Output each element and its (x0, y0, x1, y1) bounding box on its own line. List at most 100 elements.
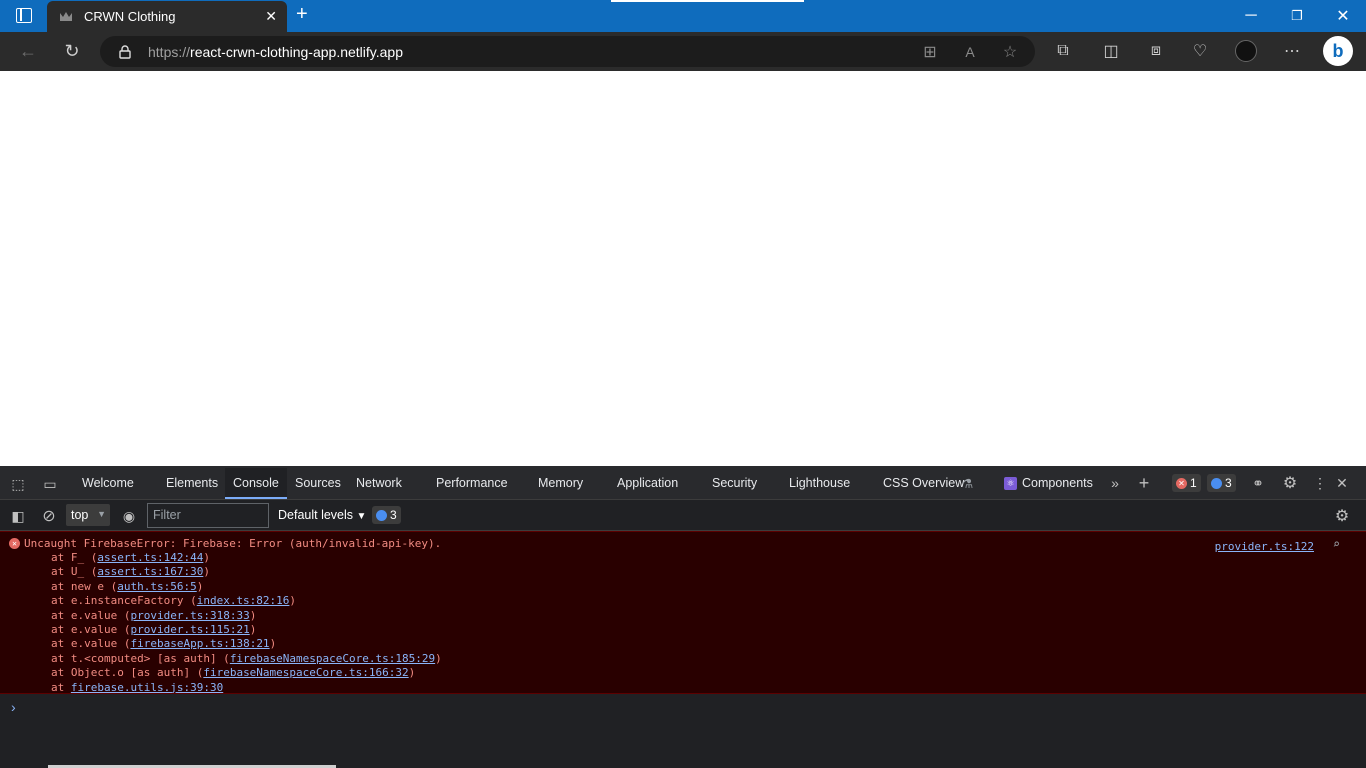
stack-frame: at e.instanceFactory (index.ts:82:16) (51, 594, 296, 607)
context-value: top (71, 508, 89, 522)
stack-frame-link[interactable]: provider.ts:318:33 (130, 609, 249, 622)
stack-frame-text: at e.value ( (51, 608, 131, 622)
live-expression-eye-icon[interactable]: ◉ (118, 505, 140, 527)
stack-frame-link[interactable]: auth.ts:56:5 (117, 580, 196, 593)
split-screen-icon[interactable]: ◫ (1097, 37, 1125, 65)
close-window-icon[interactable]: ✕ (1320, 0, 1366, 32)
error-source-link[interactable]: provider.ts:122 (1215, 540, 1314, 553)
tab-welcome[interactable]: Welcome (82, 476, 134, 490)
restore-icon[interactable]: ❐ (1274, 0, 1320, 32)
lock-icon[interactable] (119, 45, 131, 59)
profile-avatar[interactable] (1235, 40, 1257, 62)
refresh-icon[interactable]: ↻ (58, 37, 86, 65)
tab-console[interactable]: Console (225, 468, 287, 499)
stack-frame-link[interactable]: firebaseApp.ts:138:21 (130, 637, 269, 650)
more-tabs-icon[interactable]: » (1104, 472, 1126, 494)
app-available-icon[interactable]: ⊞ (916, 38, 944, 66)
console-error-message: ✕ Uncaught FirebaseError: Firebase: Erro… (0, 531, 1366, 694)
context-select[interactable]: top ▼ (66, 504, 110, 526)
sidebar-toggle-icon[interactable]: ◧ (7, 505, 29, 527)
stack-frame-suffix: ) (249, 623, 257, 636)
filter-message-badge[interactable]: 3 (372, 506, 401, 524)
add-tab-icon[interactable]: + (1133, 472, 1155, 494)
stack-frame-text: at Object.o [as auth] ( (51, 666, 204, 680)
url-text[interactable]: https://react-crwn-clothing-app.netlify.… (148, 44, 403, 60)
stack-frame-suffix: ) (289, 594, 297, 608)
collections-icon[interactable]: ⧈ (1142, 37, 1170, 65)
filter-input[interactable]: Filter (147, 503, 269, 528)
page-content (0, 71, 1366, 466)
tab-actions-icon[interactable] (16, 8, 32, 23)
settings-gear-icon[interactable]: ⚙ (1279, 472, 1301, 494)
stack-frame-text: at e.instanceFactory ( (51, 594, 197, 608)
stack-frame-link[interactable]: firebase.utils.js:39:30 (71, 681, 223, 694)
back-icon[interactable]: ← (14, 37, 42, 65)
tab-components[interactable]: Components (1022, 476, 1093, 490)
message-icon (376, 509, 387, 521)
close-tab-icon[interactable]: ✕ (265, 8, 277, 25)
close-devtools-icon[interactable]: ✕ (1331, 472, 1353, 494)
react-icon: ⚛ (1004, 477, 1017, 490)
customize-menu-icon[interactable]: ⋮ (1309, 472, 1331, 494)
stack-frame-suffix: ) (269, 637, 277, 651)
tab-title: CRWN Clothing (84, 9, 176, 24)
favorite-star-icon[interactable]: ☆ (996, 38, 1024, 66)
error-count-badge[interactable]: ✕ 1 (1172, 474, 1201, 492)
console-settings-icon[interactable]: ⚙ (1331, 505, 1353, 527)
search-icon[interactable]: ⌕ (1333, 537, 1340, 551)
tab-performance[interactable]: Performance (436, 476, 508, 490)
log-levels-dropdown[interactable]: Default levels ▼ (278, 508, 366, 522)
tab-lighthouse[interactable]: Lighthouse (789, 476, 850, 490)
address-bar[interactable]: https://react-crwn-clothing-app.netlify.… (100, 36, 1035, 67)
tab-memory[interactable]: Memory (538, 476, 583, 490)
devtools-panel: ⬚ ▭ Welcome Elements Console Sources Net… (0, 466, 1366, 768)
inspect-element-icon[interactable]: ⬚ (7, 473, 29, 495)
stack-frame-link[interactable]: assert.ts:167:30 (97, 565, 203, 578)
stack-frame: at firebase.utils.js:39:30 (51, 681, 223, 694)
chevron-down-icon: ▼ (97, 509, 106, 519)
tab-security[interactable]: Security (712, 476, 757, 490)
browser-tab[interactable]: CRWN Clothing ✕ (47, 1, 287, 32)
stack-frame-suffix: ) (203, 565, 210, 579)
stack-frame-text: at e.value ( (51, 623, 131, 636)
read-aloud-icon[interactable]: A (956, 38, 984, 66)
stack-frame-link[interactable]: firebaseNamespaceCore.ts:185:29 (230, 652, 435, 665)
stack-frame-link[interactable]: provider.ts:115:21 (130, 623, 249, 636)
browser-essentials-icon[interactable]: ♡ (1186, 37, 1214, 65)
stack-frame-suffix: ) (408, 666, 416, 680)
stack-frame-link[interactable]: index.ts:82:16 (197, 594, 290, 607)
tab-application[interactable]: Application (617, 476, 678, 490)
device-emulation-icon[interactable]: ▭ (39, 473, 61, 495)
more-menu-icon[interactable]: ⋯ (1278, 37, 1306, 65)
flask-icon: ⚗ (962, 477, 974, 491)
stack-frame-text: at e.value ( (51, 637, 131, 651)
tab-sources[interactable]: Sources (295, 476, 341, 490)
error-icon: ✕ (9, 538, 20, 549)
console-prompt-icon[interactable]: › (11, 699, 16, 715)
tab-elements[interactable]: Elements (166, 476, 218, 490)
stack-frame-suffix: ) (196, 579, 204, 593)
stack-frame-text: at F_ ( (51, 551, 98, 564)
error-text: Uncaught FirebaseError: Firebase: Error … (24, 537, 442, 550)
devtools-tabbar: ⬚ ▭ Welcome Elements Console Sources Net… (0, 466, 1366, 500)
new-tab-button[interactable]: + (296, 3, 308, 26)
stack-frame: at Object.o [as auth] (firebaseNamespace… (51, 666, 415, 679)
stack-frame-link[interactable]: assert.ts:142:44 (97, 551, 203, 564)
clear-console-icon[interactable]: ⊘ (38, 505, 60, 527)
tab-network[interactable]: Network (356, 476, 402, 490)
stack-frame: at F_ (assert.ts:142:44) (51, 551, 210, 564)
bing-copilot-icon[interactable]: b (1323, 36, 1353, 66)
browser-toolbar: ← ↻ https://react-crwn-clothing-app.netl… (0, 32, 1366, 71)
tab-css-overview[interactable]: CSS Overview (883, 476, 964, 490)
stack-frame: at e.value (firebaseApp.ts:138:21) (51, 637, 276, 650)
message-count: 3 (1225, 476, 1232, 490)
stack-frame-text: at U_ ( (51, 565, 98, 579)
message-count-badge[interactable]: 3 (1207, 474, 1236, 492)
stack-frame-link[interactable]: firebaseNamespaceCore.ts:166:32 (203, 666, 408, 679)
extensions-icon[interactable]: ⧉ (1049, 37, 1077, 65)
stack-frame-text: at new e ( (51, 579, 118, 593)
url-host: react-crwn-clothing-app.netlify.app (190, 44, 403, 60)
feedback-icon[interactable]: ⚭ (1247, 472, 1269, 494)
minimize-icon[interactable]: ─ (1228, 0, 1274, 32)
drag-indicator (611, 0, 804, 2)
